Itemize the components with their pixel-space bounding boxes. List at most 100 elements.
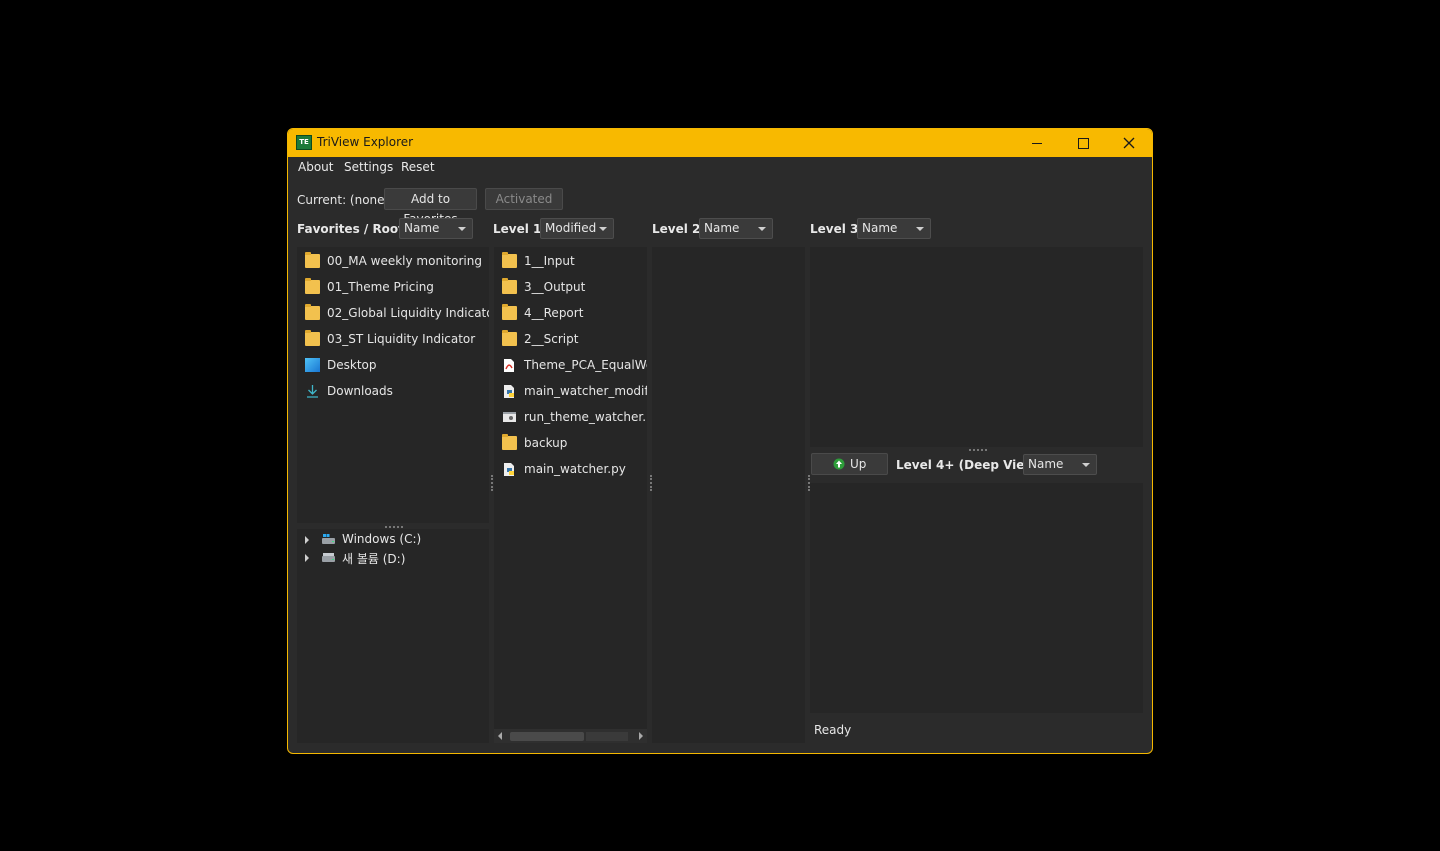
level2-sort-value: Name xyxy=(704,221,740,235)
list-item[interactable]: run_theme_watcher.bat xyxy=(494,406,647,430)
folder-icon xyxy=(305,330,320,346)
close-button[interactable] xyxy=(1106,129,1152,157)
scroll-left-icon[interactable] xyxy=(498,732,502,740)
maximize-button[interactable] xyxy=(1060,129,1106,157)
python-icon xyxy=(502,384,517,398)
list-item[interactable]: main_watcher_modified xyxy=(494,380,647,404)
level3-sort-select[interactable]: Name xyxy=(857,218,931,239)
list-item-label: main_watcher_modified xyxy=(524,384,647,398)
list-item[interactable]: 03_ST Liquidity Indicator xyxy=(297,328,489,352)
list-item-label: 00_MA weekly monitoring xyxy=(327,254,482,268)
favorites-list[interactable]: 00_MA weekly monitoring 01_Theme Pricing… xyxy=(297,247,489,523)
python-icon xyxy=(502,462,517,476)
favorites-sort-select[interactable]: Name xyxy=(399,218,473,239)
menu-reset[interactable]: Reset xyxy=(401,160,435,174)
list-item[interactable]: 3__Output xyxy=(494,276,647,300)
up-button[interactable]: Up xyxy=(811,453,888,475)
scrollbar-thumb[interactable] xyxy=(510,732,584,741)
horizontal-splitter-handle[interactable] xyxy=(969,449,987,451)
chevron-down-icon xyxy=(1082,463,1090,467)
list-item[interactable]: main_watcher.py xyxy=(494,458,647,482)
list-item[interactable]: backup xyxy=(494,432,647,456)
list-item[interactable]: 2__Script xyxy=(494,328,647,352)
level2-header: Level 2 xyxy=(652,222,701,236)
tree-item[interactable]: Windows (C:) xyxy=(297,531,489,549)
close-icon xyxy=(1123,137,1135,149)
expand-arrow-icon[interactable] xyxy=(305,554,309,562)
favorites-header: Favorites / Roots xyxy=(297,222,412,236)
windows-drive-icon xyxy=(321,533,336,545)
arrow-up-icon xyxy=(833,458,845,470)
level4-sort-select[interactable]: Name xyxy=(1023,454,1097,475)
level3-sort-value: Name xyxy=(862,221,898,235)
level3-header: Level 3 xyxy=(810,222,859,236)
level3-list[interactable] xyxy=(810,247,1143,447)
current-path-label: Current: (none) xyxy=(297,193,390,207)
desktop-icon xyxy=(305,358,320,372)
menu-about[interactable]: About xyxy=(298,160,333,174)
batch-icon xyxy=(502,410,517,424)
window-title: TriView Explorer xyxy=(317,135,414,149)
menu-bar: About Settings Reset xyxy=(288,157,1152,179)
list-item-label: run_theme_watcher.bat xyxy=(524,410,647,424)
vertical-splitter-handle[interactable] xyxy=(650,475,652,491)
list-item[interactable]: 02_Global Liquidity Indicator xyxy=(297,302,489,326)
folder-icon xyxy=(305,278,320,294)
level1-sort-value: Modified xyxy=(545,221,597,235)
list-item[interactable]: 01_Theme Pricing xyxy=(297,276,489,300)
scroll-right-icon[interactable] xyxy=(639,732,643,740)
chevron-down-icon xyxy=(599,227,607,231)
tree-item[interactable]: 새 볼륨 (D:) xyxy=(297,549,489,567)
list-item-label: backup xyxy=(524,436,568,450)
vertical-splitter-handle[interactable] xyxy=(491,475,493,491)
folder-icon xyxy=(305,252,320,268)
list-item[interactable]: Downloads xyxy=(297,380,489,404)
level1-header: Level 1 xyxy=(493,222,542,236)
level4-list[interactable] xyxy=(810,483,1143,713)
list-item[interactable]: Desktop xyxy=(297,354,489,378)
chevron-down-icon xyxy=(916,227,924,231)
list-item-label: Theme_PCA_EqualWeig xyxy=(524,358,647,372)
level4-header: Level 4+ (Deep View) xyxy=(896,458,1042,472)
list-item-label: Desktop xyxy=(327,358,377,372)
horizontal-scrollbar[interactable] xyxy=(494,729,647,743)
menu-settings[interactable]: Settings xyxy=(344,160,393,174)
list-item-label: 4__Report xyxy=(524,306,584,320)
app-logo-icon: TE xyxy=(296,135,312,150)
folder-icon xyxy=(502,252,517,268)
list-item-label: main_watcher.py xyxy=(524,462,626,476)
list-item-label: 2__Script xyxy=(524,332,579,346)
minimize-button[interactable] xyxy=(1014,129,1060,157)
title-bar[interactable]: TE TriView Explorer xyxy=(288,129,1152,157)
folder-icon xyxy=(502,434,517,450)
list-item[interactable]: 00_MA weekly monitoring xyxy=(297,250,489,274)
chevron-down-icon xyxy=(458,227,466,231)
expand-arrow-icon[interactable] xyxy=(305,536,309,544)
list-item[interactable]: Theme_PCA_EqualWeig xyxy=(494,354,647,378)
list-item[interactable]: 4__Report xyxy=(494,302,647,326)
chevron-down-icon xyxy=(758,227,766,231)
level2-list[interactable] xyxy=(652,247,805,743)
folder-icon xyxy=(502,330,517,346)
level4-sort-value: Name xyxy=(1028,457,1064,471)
pdf-icon xyxy=(502,358,517,372)
list-item-label: Downloads xyxy=(327,384,393,398)
level2-sort-select[interactable]: Name xyxy=(699,218,773,239)
download-icon xyxy=(305,384,320,398)
level1-sort-select[interactable]: Modified xyxy=(540,218,614,239)
horizontal-splitter-handle[interactable] xyxy=(385,526,403,528)
level1-list[interactable]: 1__Input 3__Output 4__Report 2__Script T… xyxy=(494,247,647,743)
list-item-label: 3__Output xyxy=(524,280,586,294)
folder-icon xyxy=(502,304,517,320)
activated-button[interactable]: Activated xyxy=(485,188,563,210)
status-text: Ready xyxy=(814,723,852,737)
list-item[interactable]: 1__Input xyxy=(494,250,647,274)
folder-icon xyxy=(305,304,320,320)
tree-item-label: Windows (C:) xyxy=(342,532,422,546)
drive-tree[interactable]: Windows (C:) 새 볼륨 (D:) xyxy=(297,529,489,743)
scrollbar-track[interactable] xyxy=(586,732,628,741)
drive-icon xyxy=(321,551,336,563)
tree-item-label: 새 볼륨 (D:) xyxy=(342,552,406,566)
list-item-label: 01_Theme Pricing xyxy=(327,280,434,294)
add-to-favorites-button[interactable]: Add to Favorites xyxy=(384,188,477,226)
